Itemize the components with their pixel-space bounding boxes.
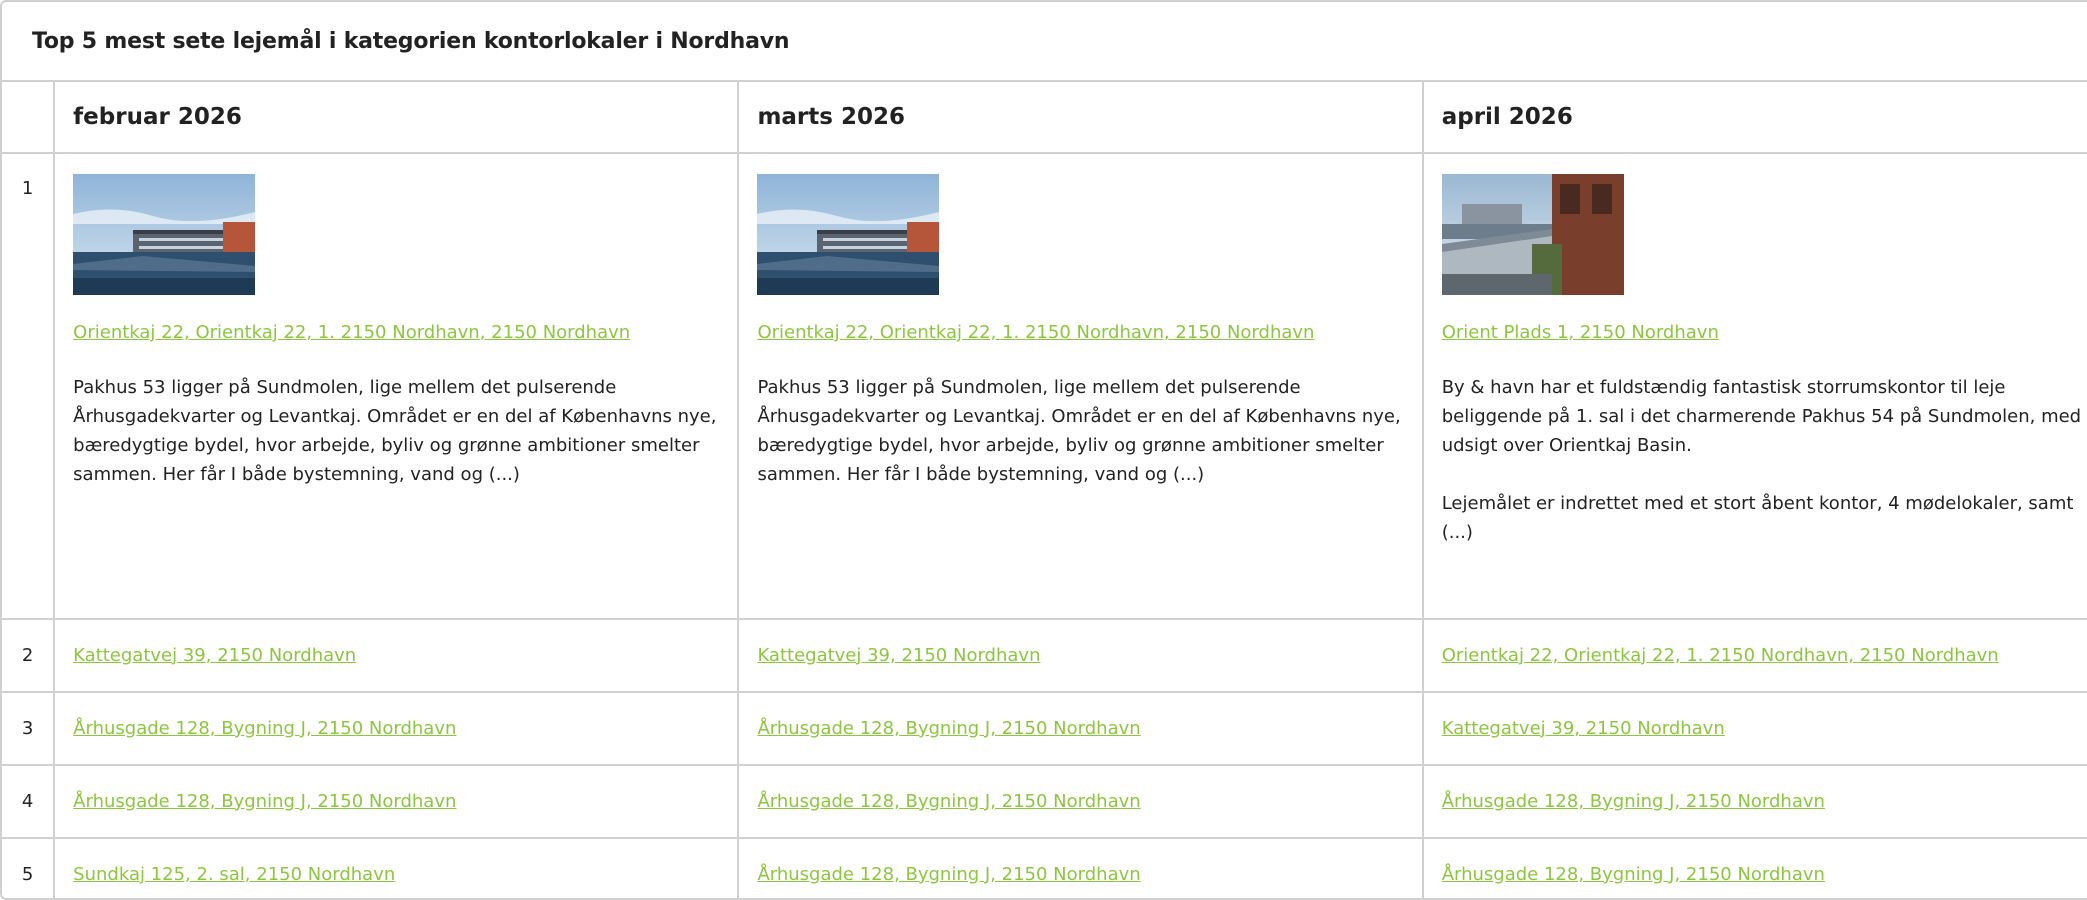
property-description: Pakhus 53 ligger på Sundmolen, lige mell… — [73, 373, 719, 489]
description-paragraph: Lejemålet er indrettet med et stort åben… — [1441, 493, 2074, 543]
ranking-cell: Århusgade 128, Bygning J, 2150 Nordhavn — [1421, 764, 2087, 839]
header-row: februar 2026 marts 2026 april 2026 — [2, 82, 2087, 154]
widget-header: Top 5 mest sete lejemål i kategorien kon… — [2, 2, 2087, 82]
property-link[interactable]: Kattegatvej 39, 2150 Nordhavn — [1442, 717, 1725, 741]
rank-number: 2 — [2, 618, 56, 693]
ranking-cell: Orientkaj 22, Orientkaj 22, 1. 2150 Nord… — [1421, 618, 2087, 693]
property-link[interactable]: Århusgade 128, Bygning J, 2150 Nordhavn — [757, 790, 1140, 814]
featured-cell-feb: Orientkaj 22, Orientkaj 22, 1. 2150 Nord… — [53, 152, 740, 620]
harbor-building-photo[interactable] — [73, 174, 256, 295]
ranking-cell: Sundkaj 125, 2. sal, 2150 Nordhavn — [53, 837, 740, 898]
property-link[interactable]: Kattegatvej 39, 2150 Nordhavn — [757, 644, 1040, 668]
description-paragraph: By & havn har et fuldstændig fantastisk … — [1441, 377, 2082, 456]
description-paragraph: Pakhus 53 ligger på Sundmolen, lige mell… — [757, 377, 1401, 485]
ranking-cell: Kattegatvej 39, 2150 Nordhavn — [737, 618, 1424, 693]
property-link[interactable]: Århusgade 128, Bygning J, 2150 Nordhavn — [1442, 790, 1825, 814]
widget-title: Top 5 mest sete lejemål i kategorien kon… — [32, 28, 790, 54]
table-row: 1 Orientkaj 22, Orientkaj 22, 1. 2150 No… — [2, 152, 2087, 620]
table-row: 3 Århusgade 128, Bygning J, 2150 Nordhav… — [2, 691, 2087, 766]
property-link[interactable]: Århusgade 128, Bygning J, 2150 Nordhavn — [73, 717, 456, 741]
property-link[interactable]: Århusgade 128, Bygning J, 2150 Nordhavn — [757, 863, 1140, 887]
property-link[interactable]: Orientkaj 22, Orientkaj 22, 1. 2150 Nord… — [1442, 644, 1999, 668]
property-link[interactable]: Orient Plads 1, 2150 Nordhavn — [1442, 321, 1719, 345]
table-row: 2 Kattegatvej 39, 2150 Nordhavn Kattegat… — [2, 618, 2087, 693]
featured-cell-mar: Orientkaj 22, Orientkaj 22, 1. 2150 Nord… — [737, 152, 1424, 620]
month-header-feb: februar 2026 — [53, 82, 740, 154]
description-paragraph: Pakhus 53 ligger på Sundmolen, lige mell… — [73, 377, 717, 485]
rank-number: 4 — [2, 764, 56, 839]
rank-number: 5 — [2, 837, 56, 898]
table-row: 4 Århusgade 128, Bygning J, 2150 Nordhav… — [2, 764, 2087, 839]
ranking-cell: Århusgade 128, Bygning J, 2150 Nordhavn — [737, 764, 1424, 839]
property-link[interactable]: Orientkaj 22, Orientkaj 22, 1. 2150 Nord… — [73, 321, 630, 345]
month-header-apr: april 2026 — [1421, 82, 2087, 154]
ranking-cell: Kattegatvej 39, 2150 Nordhavn — [53, 618, 740, 693]
ranking-cell: Århusgade 128, Bygning J, 2150 Nordhavn — [53, 691, 740, 766]
property-link[interactable]: Kattegatvej 39, 2150 Nordhavn — [73, 644, 356, 668]
property-link[interactable]: Sundkaj 125, 2. sal, 2150 Nordhavn — [73, 863, 395, 887]
rank-number: 3 — [2, 691, 56, 766]
top5-widget: Top 5 mest sete lejemål i kategorien kon… — [0, 0, 2087, 900]
property-link[interactable]: Århusgade 128, Bygning J, 2150 Nordhavn — [73, 790, 456, 814]
ranking-cell: Århusgade 128, Bygning J, 2150 Nordhavn — [1421, 837, 2087, 898]
featured-cell-apr: Orient Plads 1, 2150 Nordhavn By & havn … — [1421, 152, 2087, 620]
table-row: 5 Sundkaj 125, 2. sal, 2150 Nordhavn Årh… — [2, 837, 2087, 898]
ranking-cell: Kattegatvej 39, 2150 Nordhavn — [1421, 691, 2087, 766]
balcony-harbor-photo[interactable] — [1441, 174, 1624, 295]
ranking-cell: Århusgade 128, Bygning J, 2150 Nordhavn — [737, 691, 1424, 766]
rank-number: 1 — [2, 152, 56, 620]
month-header-mar: marts 2026 — [737, 82, 1424, 154]
property-link[interactable]: Århusgade 128, Bygning J, 2150 Nordhavn — [1442, 863, 1825, 887]
harbor-building-photo[interactable] — [757, 174, 940, 295]
ranking-cell: Århusgade 128, Bygning J, 2150 Nordhavn — [53, 764, 740, 839]
ranking-table: februar 2026 marts 2026 april 2026 1 Ori… — [2, 82, 2087, 898]
property-description: Pakhus 53 ligger på Sundmolen, lige mell… — [757, 373, 1403, 489]
ranking-cell: Århusgade 128, Bygning J, 2150 Nordhavn — [737, 837, 1424, 898]
property-link[interactable]: Århusgade 128, Bygning J, 2150 Nordhavn — [757, 717, 1140, 741]
rank-header — [2, 82, 56, 154]
property-link[interactable]: Orientkaj 22, Orientkaj 22, 1. 2150 Nord… — [757, 321, 1314, 345]
property-description: By & havn har et fuldstændig fantastisk … — [1442, 373, 2087, 547]
